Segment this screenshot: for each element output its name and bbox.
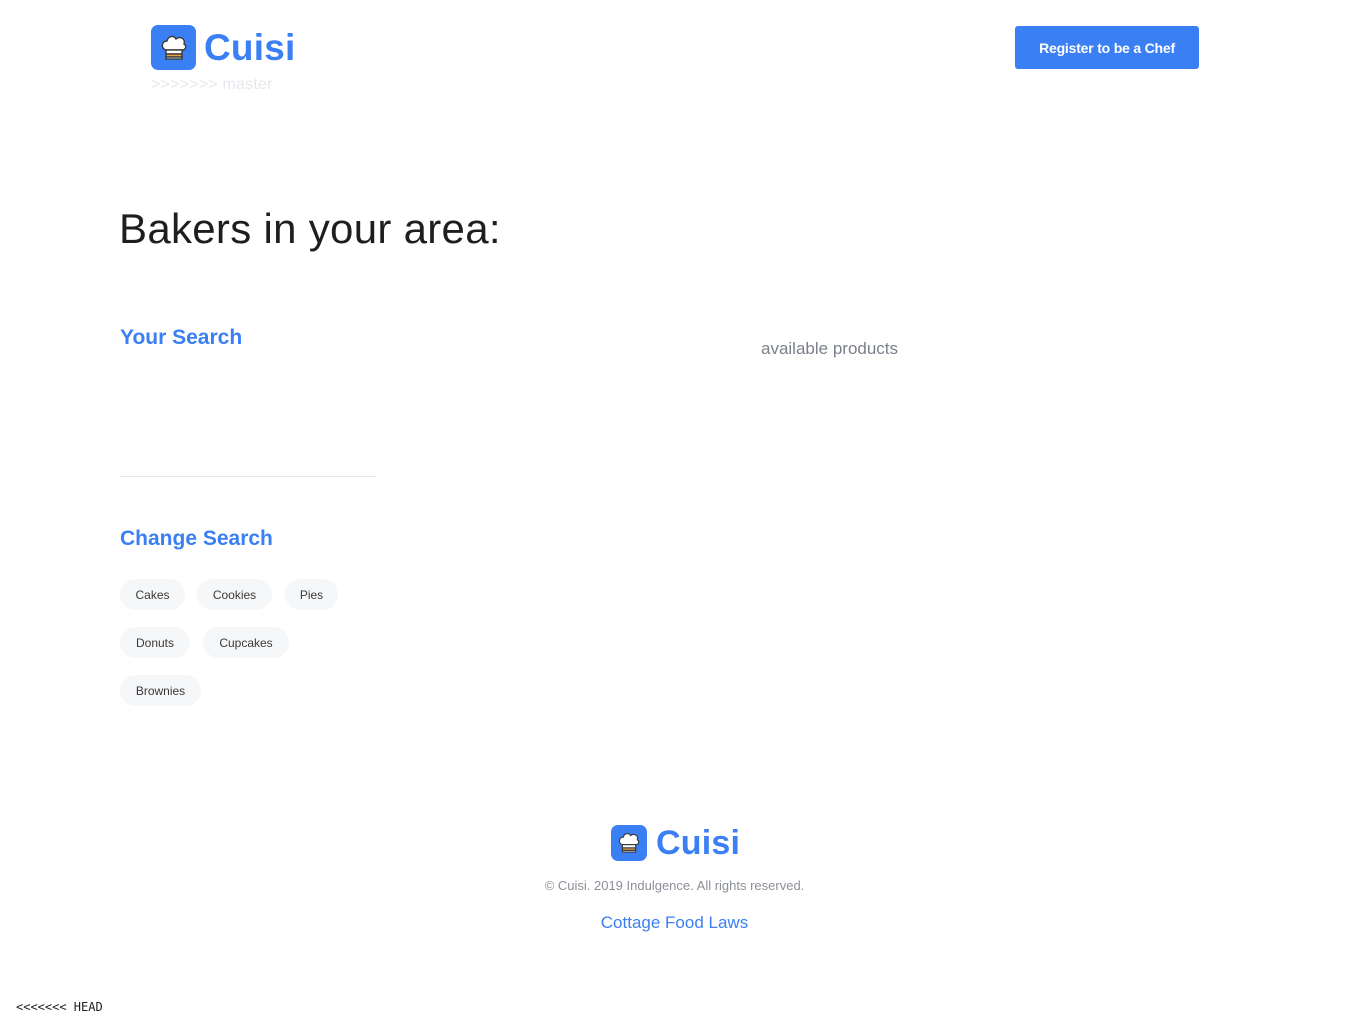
category-chip-pies[interactable]: Pies [285,579,338,610]
section-divider [120,476,376,477]
category-chip-donuts[interactable]: Donuts [120,627,190,658]
header-logo[interactable]: Cuisi [151,25,295,70]
cottage-food-laws-link[interactable]: Cottage Food Laws [601,913,748,932]
category-chip-cakes[interactable]: Cakes [120,579,185,610]
available-products-label: available products [761,339,899,358]
footer-logo-text: Cuisi [656,824,741,862]
merge-marker-master: >>>>>>> master [151,76,273,93]
chef-hat-icon [611,825,647,861]
footer-logo[interactable]: Cuisi [611,825,740,861]
category-chip-cookies[interactable]: Cookies [197,579,272,610]
chef-hat-icon [151,25,196,70]
your-search-heading: Your Search [120,326,243,349]
logo-text: Cuisi [204,27,296,68]
category-chip-brownies[interactable]: Brownies [120,675,201,706]
category-chip-cupcakes[interactable]: Cupcakes [203,627,289,658]
change-search-heading: Change Search [120,527,273,550]
page-title: Bakers in your area: [119,205,501,252]
copyright-text: © Cuisi. 2019 Indulgence. All rights res… [544,878,805,893]
register-chef-button[interactable]: Register to be a Chef [1015,26,1199,69]
cottage-food-laws-link-row: Cottage Food Laws [0,913,1349,933]
merge-marker-head: <<<<<<< HEAD [16,1000,103,1014]
